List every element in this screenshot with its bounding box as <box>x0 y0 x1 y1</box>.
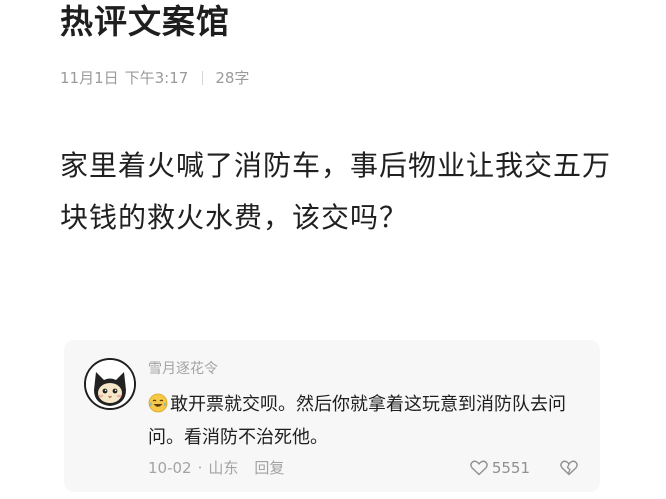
dislike-button[interactable] <box>560 460 578 476</box>
article-meta: 11月1日 下午3:17 28字 <box>60 68 249 88</box>
laughing-crying-emoji-icon <box>148 391 168 413</box>
article-time: 下午3:17 <box>124 69 189 87</box>
comment-footer: 10-02 · 山东 回复 5551 <box>148 458 578 478</box>
reply-button[interactable]: 回复 <box>254 458 284 478</box>
broken-heart-icon <box>560 460 578 476</box>
meta-divider <box>202 71 204 85</box>
article-body: 家里着火喊了消防车，事后物业让我交五万块钱的救火水费，该交吗？ <box>60 149 612 234</box>
like-button[interactable]: 5551 <box>470 458 530 478</box>
comment-location: 山东 <box>208 459 239 477</box>
like-count: 5551 <box>491 459 530 477</box>
article-date: 11月1日 <box>60 69 119 87</box>
comment-username[interactable]: 雪月逐花令 <box>148 360 218 378</box>
comment-date: 10-02 <box>148 459 192 477</box>
article-word-count: 28字 <box>215 69 250 87</box>
footer-dot-separator: · <box>197 459 203 477</box>
heart-icon <box>470 460 488 476</box>
article-title: 热评文案馆 <box>60 2 230 41</box>
comment-text-content: 敢开票就交呗。然后你就拿着这玩意到消防队去问问。看消防不治死他。 <box>148 394 566 448</box>
comment-card: 雪月逐花令 敢开票就交呗。然后你就拿着这玩意到消防队去问问。看消防不治死他。 1… <box>64 340 600 492</box>
black-cat-avatar-icon[interactable] <box>84 358 136 410</box>
comment-text: 敢开票就交呗。然后你就拿着这玩意到消防队去问问。看消防不治死他。 <box>148 388 578 454</box>
